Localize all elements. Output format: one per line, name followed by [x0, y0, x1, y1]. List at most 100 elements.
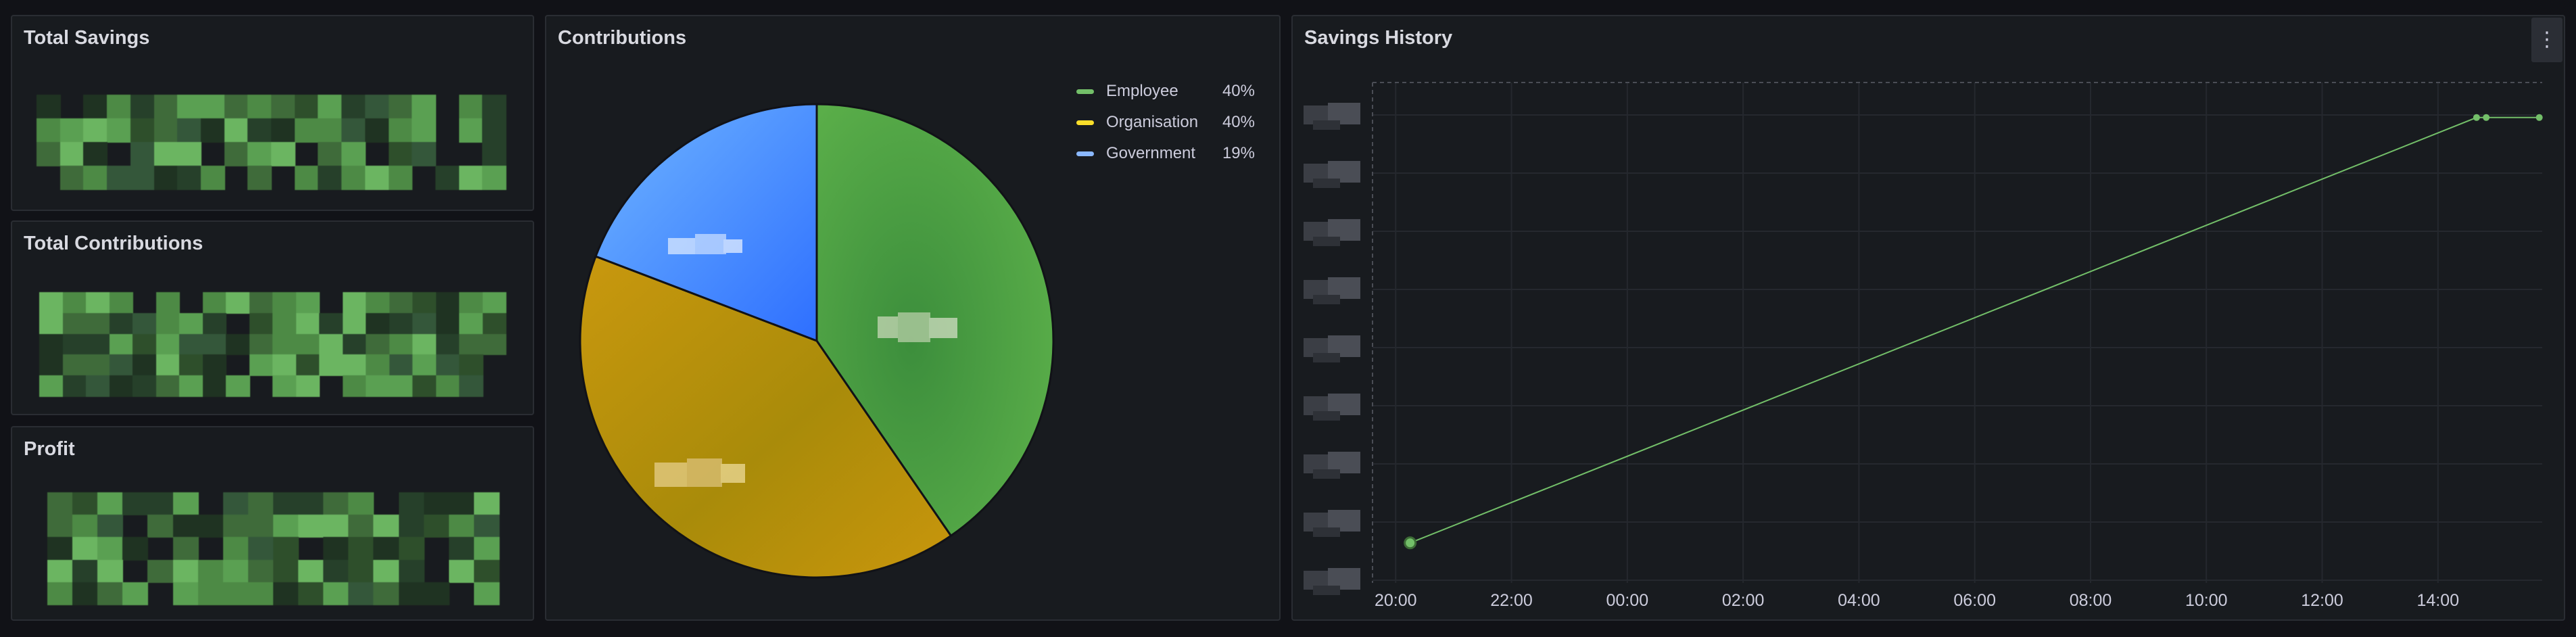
redacted-block: [295, 333, 320, 356]
redacted-block: [109, 375, 133, 397]
redacted-block: [249, 333, 273, 356]
redacted-block: [458, 95, 483, 119]
redacted-block: [364, 95, 389, 119]
redacted-block: [130, 118, 155, 143]
redacted-block: [86, 375, 110, 397]
redacted-block: [156, 292, 180, 314]
redacted-block: [202, 333, 226, 356]
redacted-block: [366, 375, 390, 397]
redacted-block: [197, 515, 224, 538]
redacted-block: [47, 537, 74, 561]
x-tick-label: 20:00: [1375, 591, 1417, 610]
redacted-block: [83, 142, 108, 166]
redacted-block: [412, 292, 437, 314]
legend-percent: 40%: [1222, 82, 1255, 100]
redacted-block: [323, 515, 350, 538]
legend-swatch: [1076, 89, 1094, 94]
redacted-block: [366, 354, 390, 377]
redacted-block: [366, 292, 390, 314]
redacted-block: [122, 492, 149, 516]
redacted-block: [177, 142, 201, 166]
redacted-block: [342, 333, 366, 356]
redacted-block: [482, 95, 506, 119]
redacted-block: [459, 312, 483, 335]
redacted-block: [153, 95, 178, 119]
redacted-block: [222, 537, 249, 561]
redacted-block: [222, 492, 249, 516]
redacted-block: [97, 559, 124, 583]
redacted-block: [319, 312, 343, 335]
redacted-block: [172, 515, 199, 538]
redacted-block: [247, 118, 272, 143]
redacted-block: [271, 142, 295, 166]
redacted-block: [373, 582, 400, 605]
redacted-block: [62, 333, 87, 356]
x-tick-label: 12:00: [2301, 591, 2343, 610]
redacted-block: [342, 312, 366, 335]
savings-history-line-chart: 20:00 22:00 00:00 02:00 04:00 06:00 08:00 10:00…: [1304, 82, 2543, 610]
redacted-block: [147, 559, 174, 583]
redacted-block: [39, 292, 64, 314]
profit-panel: Profit: [11, 426, 534, 621]
redacted-block: [72, 582, 99, 605]
redacted-block: [224, 118, 249, 143]
legend-percent: 19%: [1222, 144, 1255, 162]
redacted-block: [398, 537, 425, 561]
redacted-block: [37, 118, 61, 143]
legend-label: Organisation: [1106, 113, 1199, 131]
x-tick-label: 02:00: [1722, 591, 1765, 610]
redacted-block: [342, 354, 366, 377]
redacted-block: [156, 333, 180, 356]
redacted-block: [202, 354, 226, 377]
redacted-block: [202, 312, 226, 335]
redacted-block: [247, 537, 274, 561]
redacted-block: [62, 375, 87, 397]
redacted-block: [272, 292, 297, 314]
redacted-block: [389, 312, 413, 335]
redacted-block: [295, 292, 320, 314]
redacted-block: [153, 142, 178, 166]
redacted-block: [294, 95, 319, 119]
legend-item-government[interactable]: Government 19%: [1076, 138, 1255, 169]
redacted-block: [39, 354, 64, 377]
redacted-block: [366, 312, 390, 335]
redacted-block: [86, 292, 110, 314]
redacted-block: [412, 95, 436, 119]
redacted-block: [423, 515, 450, 538]
legend-item-organisation[interactable]: Organisation 40%: [1076, 107, 1255, 138]
redacted-block: [323, 492, 350, 516]
redacted-y-tick: [1313, 120, 1340, 130]
redacted-block: [482, 312, 506, 335]
redacted-block: [473, 537, 500, 561]
redacted-block: [200, 118, 225, 143]
redacted-block: [62, 292, 87, 314]
redacted-block: [172, 537, 199, 561]
redacted-block: [156, 375, 180, 397]
redacted-block: [398, 492, 425, 516]
legend-swatch: [1076, 120, 1094, 125]
redacted-block: [342, 375, 366, 397]
contributions-panel: Contributions Employee 40% Organisation …: [545, 15, 1281, 621]
redacted-block: [47, 582, 74, 605]
legend-item-employee[interactable]: Employee 40%: [1076, 76, 1255, 107]
legend-swatch: [1076, 151, 1094, 156]
redacted-block: [133, 312, 157, 335]
redacted-block: [412, 375, 437, 397]
redacted-y-tick: [1313, 469, 1340, 479]
redacted-block: [130, 142, 155, 166]
redacted-block: [412, 118, 436, 143]
redacted-block: [323, 537, 350, 561]
x-tick-label: 14:00: [2417, 591, 2460, 610]
redacted-block: [348, 559, 375, 583]
redacted-block: [318, 95, 343, 119]
redacted-block: [147, 492, 174, 516]
redacted-block: [247, 142, 272, 166]
redacted-block: [202, 292, 226, 314]
redacted-block: [473, 492, 500, 516]
redacted-block: [72, 492, 99, 516]
redacted-y-tick: [1313, 295, 1340, 304]
redacted-block: [482, 333, 506, 356]
redacted-block: [341, 142, 366, 166]
redacted-block: [39, 312, 64, 335]
redacted-block: [224, 142, 249, 166]
